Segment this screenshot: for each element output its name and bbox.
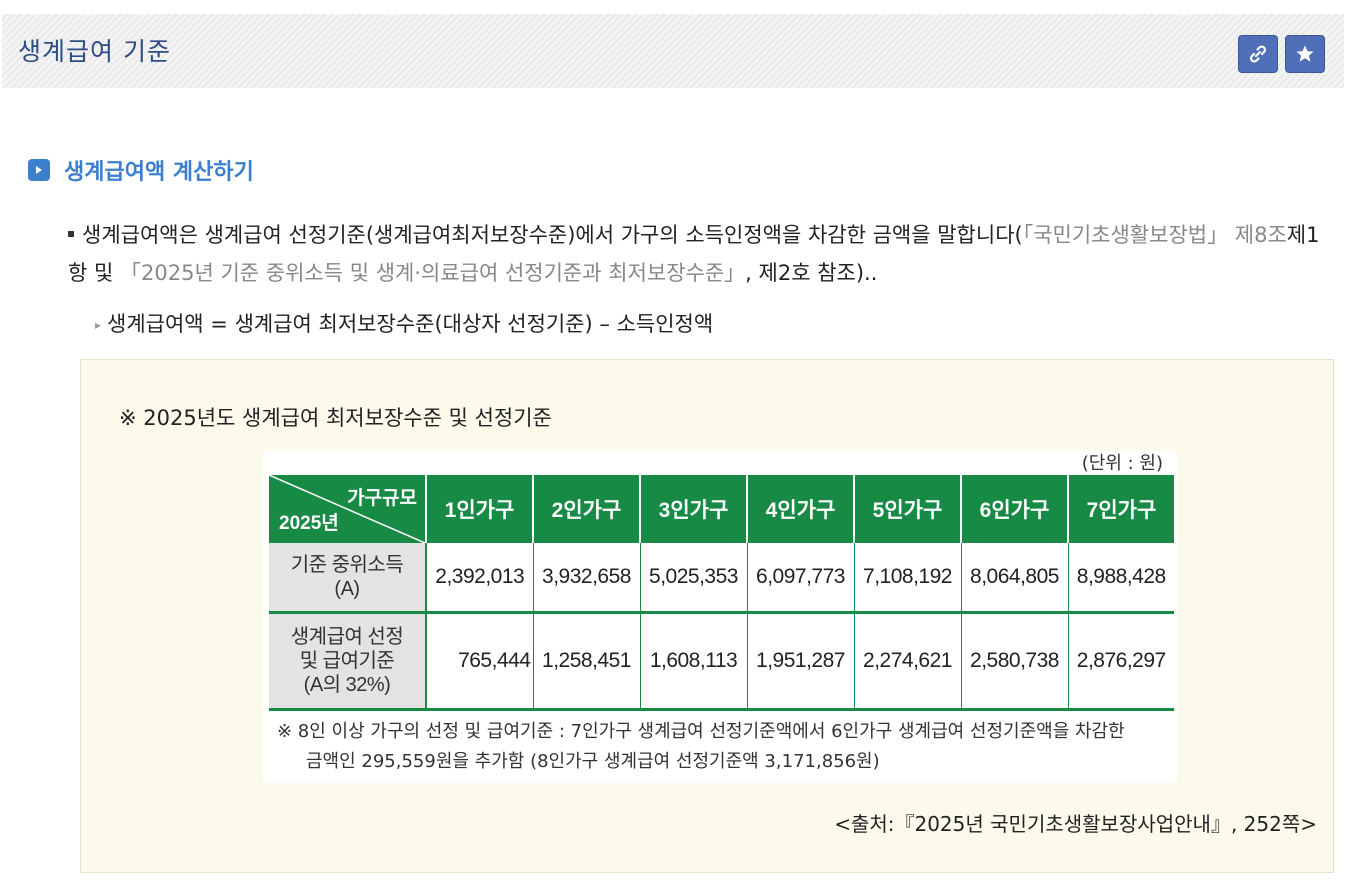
table-cell: 2,392,013 <box>426 543 534 614</box>
unit-label: (단위 : 원) <box>1081 453 1163 474</box>
law-link[interactable]: 「국민기초생활보장법」 제8조 <box>1023 223 1287 247</box>
description-paragraph: 생계급여액은 생계급여 선정기준(생계급여최저보장수준)에서 가구의 소득인정액… <box>68 216 1326 292</box>
row-label-line: (A) <box>334 578 360 600</box>
box-title: ※ 2025년도 생계급여 최저보장수준 및 선정기준 <box>119 406 552 430</box>
table-row: 생계급여 선정 및 급여기준 (A의 32%) 765,444 1,258,45… <box>269 612 1174 711</box>
section-title: 생계급여액 계산하기 <box>64 160 254 185</box>
formula-line: ▸ 생계급여액 = 생계급여 최저보장수준(대상자 선정기준) – 소득인정액 <box>95 308 713 338</box>
row-header: 기준 중위소득 (A) <box>269 543 427 614</box>
corner-bottom-label: 2025년 <box>279 513 339 534</box>
table-cell: 5,025,353 <box>640 543 748 614</box>
bullet-icon <box>68 231 74 237</box>
row-label-line: 생계급여 선정 <box>290 626 404 648</box>
notice-link[interactable]: 「2025년 기준 중위소득 및 생계·의료급여 선정기준과 최저보장수준」 <box>120 261 745 285</box>
page-header: 생계급여 기준 <box>2 14 1344 88</box>
column-header: 3인가구 <box>640 475 748 543</box>
standards-table: 가구규모 2025년 1인가구 2인가구 3인가구 4인가구 5인가구 6인가구… <box>269 475 1174 711</box>
table-cell: 1,951,287 <box>747 612 855 711</box>
footnote-line: ※ 8인 이상 가구의 선정 및 급여기준 : 7인가구 생계급여 선정기준액에… <box>277 721 1125 742</box>
table-cell: 2,876,297 <box>1068 612 1174 711</box>
row-label-line: 및 급여기준 <box>299 650 395 672</box>
play-arrow-icon <box>28 159 50 181</box>
row-header: 생계급여 선정 및 급여기준 (A의 32%) <box>269 612 427 711</box>
star-icon <box>1296 45 1314 62</box>
table-cell: 1,608,113 <box>640 612 748 711</box>
chevron-right-icon: ▸ <box>95 318 102 332</box>
link-icon <box>1249 45 1267 63</box>
bookmark-button[interactable] <box>1285 35 1325 73</box>
corner-header: 가구규모 2025년 <box>269 475 427 543</box>
table-cell: 3,932,658 <box>533 543 641 614</box>
table-cell: 765,444 <box>426 612 534 711</box>
table-cell: 2,580,738 <box>961 612 1069 711</box>
row-label-line: 기준 중위소득 <box>290 554 404 576</box>
source-citation: <출처:『2025년 국민기초생활보장사업안내』, 252쪽> <box>834 812 1317 836</box>
paragraph-text-3: , 제2호 참조).. <box>745 261 878 285</box>
column-header: 1인가구 <box>426 475 534 543</box>
table-cell: 8,988,428 <box>1068 543 1174 614</box>
table-cell: 2,274,621 <box>854 612 962 711</box>
table-row: 기준 중위소득 (A) 2,392,013 3,932,658 5,025,35… <box>269 543 1174 614</box>
standards-box: ※ 2025년도 생계급여 최저보장수준 및 선정기준 (단위 : 원) 가구규… <box>80 359 1334 873</box>
table-cell: 8,064,805 <box>961 543 1069 614</box>
row-label-line: (A의 32%) <box>303 674 391 696</box>
formula-text: 생계급여액 = 생계급여 최저보장수준(대상자 선정기준) – 소득인정액 <box>107 312 714 336</box>
footnote-line: 금액인 295,559원을 추가함 (8인가구 생계급여 선정기준액 3,171… <box>306 751 880 772</box>
column-header: 4인가구 <box>747 475 855 543</box>
page-title: 생계급여 기준 <box>18 37 171 66</box>
section-heading: 생계급여액 계산하기 <box>28 154 254 186</box>
table-cell: 7,108,192 <box>854 543 962 614</box>
paragraph-text-1: 생계급여액은 생계급여 선정기준(생계급여최저보장수준)에서 가구의 소득인정액… <box>82 223 1023 247</box>
table-cell: 6,097,773 <box>747 543 855 614</box>
column-header: 6인가구 <box>961 475 1069 543</box>
column-header: 7인가구 <box>1068 475 1174 543</box>
corner-top-label: 가구규모 <box>347 488 417 509</box>
column-header: 2인가구 <box>533 475 641 543</box>
standards-table-image: (단위 : 원) 가구규모 2025년 1인가구 2인가구 3인가구 4인가구 … <box>263 451 1177 783</box>
copy-link-button[interactable] <box>1238 35 1278 73</box>
table-cell: 1,258,451 <box>533 612 641 711</box>
table-footnote: ※ 8인 이상 가구의 선정 및 급여기준 : 7인가구 생계급여 선정기준액에… <box>277 717 1125 777</box>
column-header: 5인가구 <box>854 475 962 543</box>
